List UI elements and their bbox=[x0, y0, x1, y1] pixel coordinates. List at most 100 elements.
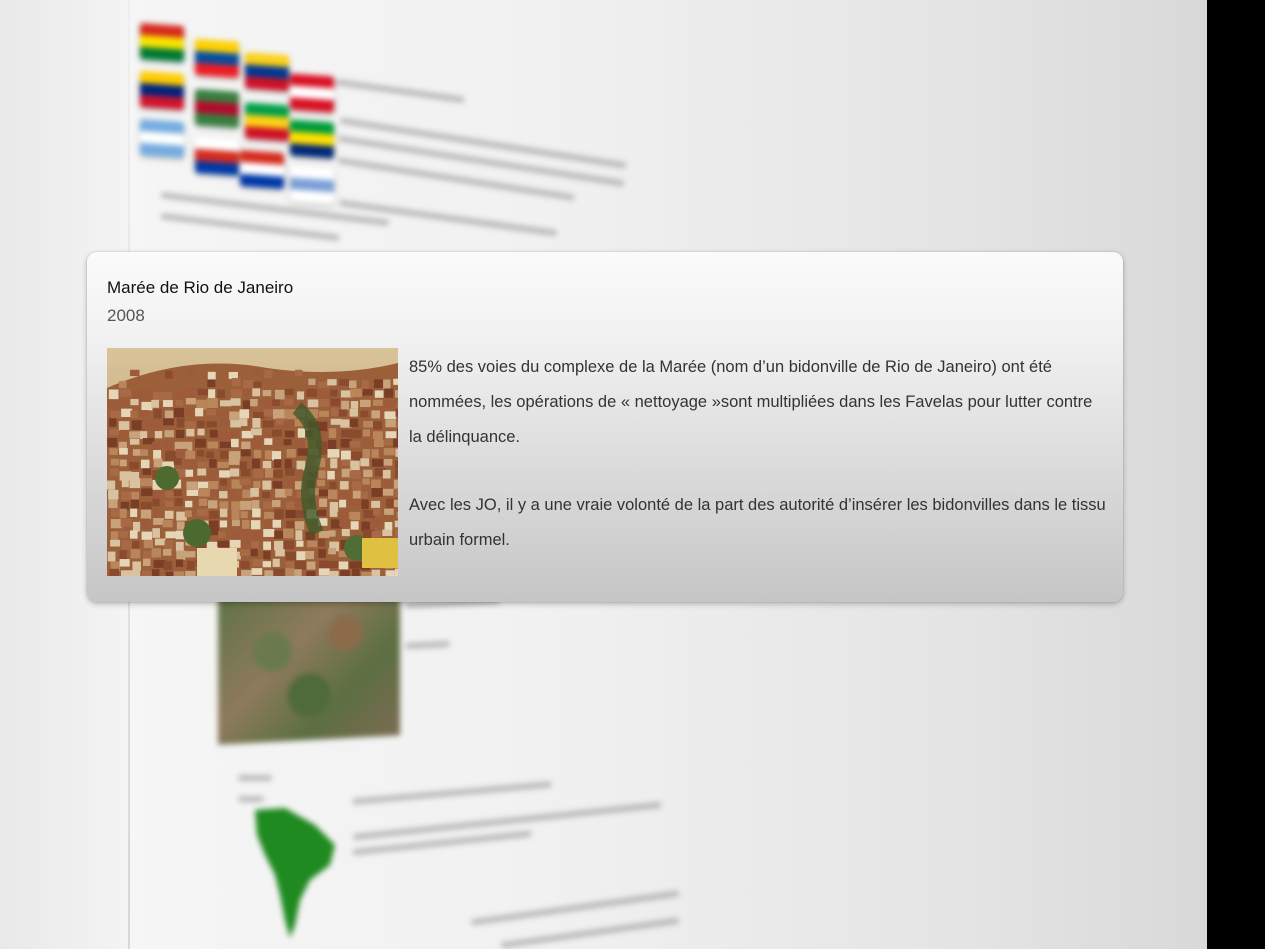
house-shape bbox=[253, 481, 261, 489]
house-shape bbox=[382, 469, 391, 479]
house-shape bbox=[339, 481, 349, 490]
house-shape bbox=[284, 488, 293, 496]
house-shape bbox=[384, 508, 394, 515]
house-shape bbox=[176, 391, 186, 399]
house-shape bbox=[349, 441, 361, 448]
house-shape bbox=[184, 551, 196, 558]
house-shape bbox=[363, 429, 371, 437]
house-shape bbox=[110, 410, 122, 419]
house-shape bbox=[152, 498, 160, 507]
house-shape bbox=[185, 450, 196, 460]
house-shape bbox=[371, 479, 381, 489]
house-shape bbox=[330, 398, 340, 407]
house-shape bbox=[328, 530, 336, 537]
house-shape bbox=[262, 491, 270, 499]
house-shape bbox=[186, 369, 195, 377]
house-shape bbox=[197, 420, 205, 430]
house-shape bbox=[350, 498, 362, 506]
house-shape bbox=[272, 409, 285, 420]
house-shape bbox=[306, 388, 318, 397]
house-shape bbox=[174, 498, 183, 507]
house-shape bbox=[197, 428, 205, 436]
house-shape bbox=[263, 541, 272, 550]
house-shape bbox=[141, 518, 149, 529]
house-shape bbox=[327, 489, 338, 500]
house-shape bbox=[218, 431, 228, 442]
house-shape bbox=[382, 488, 394, 496]
house-shape bbox=[284, 459, 292, 469]
guyana-flag-icon bbox=[245, 102, 289, 142]
house-shape bbox=[374, 439, 384, 448]
house-shape bbox=[253, 468, 264, 479]
house-shape bbox=[373, 508, 381, 516]
house-shape bbox=[129, 369, 140, 377]
house-shape bbox=[107, 399, 120, 409]
house-shape bbox=[373, 421, 383, 430]
house-shape bbox=[253, 381, 262, 388]
house-shape bbox=[118, 380, 127, 389]
peru-flag-icon bbox=[290, 73, 334, 113]
house-shape bbox=[198, 498, 208, 506]
house-shape bbox=[395, 528, 398, 538]
argentina-flag-icon bbox=[140, 119, 184, 159]
house-shape bbox=[217, 531, 226, 539]
house-shape bbox=[385, 419, 396, 428]
house-shape bbox=[395, 448, 398, 457]
house-shape bbox=[129, 478, 141, 489]
house-shape bbox=[121, 540, 132, 550]
house-shape bbox=[219, 441, 232, 449]
house-shape bbox=[228, 430, 239, 438]
house-shape bbox=[140, 410, 149, 417]
house-shape bbox=[130, 398, 139, 406]
house-shape bbox=[240, 539, 251, 550]
house-shape bbox=[318, 391, 331, 400]
house-shape bbox=[119, 459, 127, 467]
house-shape bbox=[129, 461, 139, 470]
popup-description: 85% des voies du complexe de la Marée (n… bbox=[409, 350, 1109, 591]
house-shape bbox=[196, 450, 205, 457]
house-shape bbox=[153, 518, 165, 525]
house-shape bbox=[385, 570, 395, 576]
house-shape bbox=[175, 399, 184, 406]
house-shape bbox=[371, 449, 379, 458]
bg-aerial-photo bbox=[218, 585, 400, 745]
house-shape bbox=[186, 481, 198, 490]
colombia-flag-icon bbox=[245, 52, 289, 92]
house-shape bbox=[109, 448, 118, 455]
house-shape bbox=[396, 428, 398, 438]
house-shape bbox=[206, 451, 214, 458]
house-shape bbox=[219, 470, 230, 478]
house-shape bbox=[250, 428, 263, 436]
house-shape bbox=[383, 379, 391, 389]
house-shape bbox=[393, 479, 398, 490]
house-shape bbox=[363, 439, 375, 446]
house-shape bbox=[283, 420, 294, 429]
house-shape bbox=[252, 559, 265, 567]
house-shape bbox=[108, 499, 118, 508]
house-shape bbox=[228, 451, 241, 460]
house-shape bbox=[274, 509, 284, 520]
house-shape bbox=[129, 530, 138, 539]
house-shape bbox=[240, 500, 252, 510]
house-shape bbox=[274, 530, 284, 539]
house-shape bbox=[151, 548, 162, 558]
house-shape bbox=[140, 449, 149, 457]
house-shape bbox=[206, 541, 219, 550]
house-shape bbox=[384, 521, 393, 531]
house-shape bbox=[184, 408, 192, 416]
house-shape bbox=[327, 440, 337, 450]
popup-paragraph-1: 85% des voies du complexe de la Marée (n… bbox=[409, 358, 1093, 446]
house-shape bbox=[284, 388, 294, 396]
house-shape bbox=[185, 570, 196, 576]
house-shape bbox=[385, 431, 397, 439]
house-shape bbox=[252, 418, 261, 428]
house-shape bbox=[362, 389, 373, 396]
house-shape bbox=[394, 568, 398, 576]
house-shape bbox=[350, 401, 359, 409]
house-shape bbox=[285, 510, 297, 519]
house-shape bbox=[207, 441, 219, 449]
house-shape bbox=[186, 489, 199, 496]
house-shape bbox=[165, 491, 174, 498]
house-shape bbox=[173, 458, 182, 465]
house-shape bbox=[395, 488, 398, 497]
